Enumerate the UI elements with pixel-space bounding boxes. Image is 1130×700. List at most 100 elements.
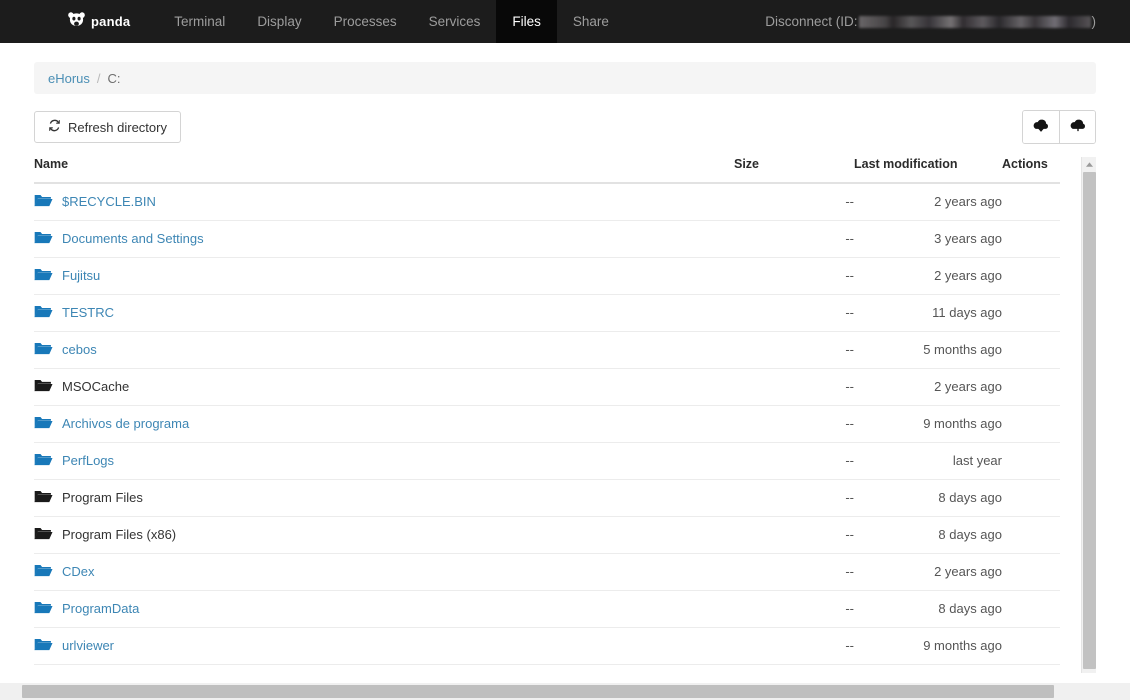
file-manager-page: eHorus / C: Refresh directory Name Size … [0,62,1130,675]
cell-actions [1002,516,1060,554]
file-table: Name Size Last modification Actions $REC… [34,157,1060,665]
top-navigation-bar: panda Terminal Display Processes Service… [0,0,1130,43]
file-name[interactable]: $RECYCLE.BIN [62,194,156,209]
breadcrumb: eHorus / C: [34,62,1096,94]
breadcrumb-root[interactable]: eHorus [48,71,90,86]
brand-name: panda [91,14,131,29]
column-header-name[interactable]: Name [34,157,734,184]
refresh-directory-button[interactable]: Refresh directory [34,111,181,143]
cell-name: urlviewer [34,627,734,665]
page-bottom-spacer [0,673,1130,683]
file-toolbar: Refresh directory [34,110,1096,144]
cell-modified: 9 months ago [854,627,1002,665]
file-name[interactable]: Documents and Settings [62,231,204,246]
file-name[interactable]: PerfLogs [62,453,114,468]
main-nav: Terminal Display Processes Services File… [158,0,625,43]
file-name[interactable]: Fujitsu [62,268,100,283]
folder-icon [34,489,53,507]
horizontal-scroll-thumb[interactable] [22,685,1054,698]
table-row[interactable]: Program Files -- 8 days ago [34,479,1060,517]
vertical-scrollbar[interactable] [1081,157,1096,675]
cell-size: -- [734,183,854,221]
cell-modified: 5 months ago [854,331,1002,369]
breadcrumb-current: C: [107,70,121,86]
cell-modified: 2 years ago [854,553,1002,591]
brand-logo[interactable]: panda [0,0,148,43]
vertical-scroll-thumb[interactable] [1083,172,1096,669]
folder-icon [34,600,53,618]
table-row[interactable]: TESTRC -- 11 days ago [34,294,1060,332]
file-name[interactable]: cebos [62,342,97,357]
file-name: Program Files (x86) [62,527,177,542]
table-row[interactable]: ProgramData -- 8 days ago [34,590,1060,628]
file-name[interactable]: ProgramData [62,601,139,616]
folder-icon [34,637,53,655]
table-row[interactable]: Archivos de programa -- 9 months ago [34,405,1060,443]
tab-share[interactable]: Share [557,0,625,43]
table-row[interactable]: $RECYCLE.BIN -- 2 years ago [34,183,1060,221]
tab-files[interactable]: Files [496,0,557,43]
cell-modified: last year [854,442,1002,480]
table-row[interactable]: Program Files (x86) -- 8 days ago [34,516,1060,554]
cell-actions [1002,368,1060,406]
cell-name: Archivos de programa [34,405,734,443]
scroll-up-button[interactable] [1082,157,1096,172]
table-header-row: Name Size Last modification Actions [34,157,1060,184]
folder-icon [34,304,53,322]
folder-icon [34,193,53,211]
cell-actions [1002,405,1060,443]
cell-modified: 3 years ago [854,220,1002,258]
cloud-upload-button[interactable] [1059,111,1095,143]
panda-face-icon [68,11,85,32]
table-row[interactable]: CDex -- 2 years ago [34,553,1060,591]
file-name[interactable]: CDex [62,564,95,579]
table-row[interactable]: MSOCache -- 2 years ago [34,368,1060,406]
cell-size: -- [734,405,854,443]
cell-name: Program Files [34,479,734,517]
cloud-upload-icon [1069,118,1087,136]
folder-icon [34,378,53,396]
folder-icon [34,563,53,581]
tab-services[interactable]: Services [413,0,497,43]
file-name[interactable]: urlviewer [62,638,114,653]
folder-icon [34,526,53,544]
cell-size: -- [734,553,854,591]
disconnect-button[interactable]: Disconnect (ID: ) [765,0,1096,43]
breadcrumb-separator: / [96,70,101,86]
transfer-button-group [1022,110,1096,144]
table-row[interactable]: Documents and Settings -- 3 years ago [34,220,1060,258]
table-row[interactable]: cebos -- 5 months ago [34,331,1060,369]
table-row[interactable]: urlviewer -- 9 months ago [34,627,1060,665]
cell-size: -- [734,331,854,369]
cell-actions [1002,183,1060,221]
cell-name: MSOCache [34,368,734,406]
file-table-container: Name Size Last modification Actions $REC… [34,157,1096,675]
table-row[interactable]: Fujitsu -- 2 years ago [34,257,1060,295]
cell-actions [1002,331,1060,369]
folder-icon [34,341,53,359]
session-id-redacted [858,16,1091,28]
cell-modified: 11 days ago [854,294,1002,332]
tab-terminal[interactable]: Terminal [158,0,241,43]
disconnect-label: Disconnect (ID: [765,14,858,29]
refresh-icon [48,119,61,135]
file-name: Program Files [62,490,143,505]
file-name[interactable]: TESTRC [62,305,114,320]
cloud-download-button[interactable] [1023,111,1059,143]
table-row[interactable]: PerfLogs -- last year [34,442,1060,480]
cell-actions [1002,442,1060,480]
cell-modified: 2 years ago [854,368,1002,406]
cell-modified: 2 years ago [854,257,1002,295]
cell-name: CDex [34,553,734,591]
horizontal-scrollbar[interactable] [0,683,1130,700]
column-header-modified[interactable]: Last modification [854,157,1002,184]
file-table-head: Name Size Last modification Actions [34,157,1060,184]
column-header-size[interactable]: Size [734,157,854,184]
cell-size: -- [734,257,854,295]
tab-processes[interactable]: Processes [318,0,413,43]
refresh-directory-label: Refresh directory [68,119,167,135]
file-table-body: $RECYCLE.BIN -- 2 years ago Documents and S… [34,183,1060,665]
file-name[interactable]: Archivos de programa [62,416,189,431]
tab-display[interactable]: Display [241,0,317,43]
cell-size: -- [734,627,854,665]
